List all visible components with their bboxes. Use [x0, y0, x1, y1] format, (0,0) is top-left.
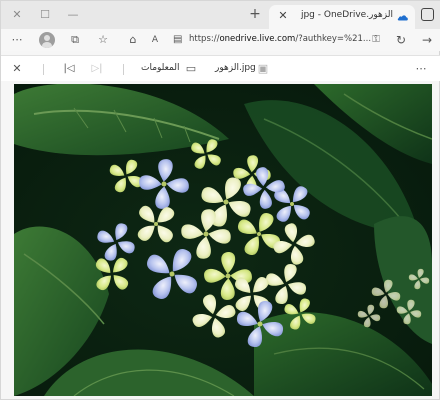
lock-icon[interactable]: ⚿ [369, 32, 383, 48]
immersive-reader-icon[interactable]: ▤ [173, 32, 187, 48]
tab-title: الزهور.jpg - OneDrive [300, 10, 393, 20]
viewer-toolbar: ✕ |◁ ▷| المعلومات ▭ الزهور.jpg ▣ ⋯ [1, 55, 440, 81]
refresh-icon[interactable]: ↻ [393, 32, 409, 48]
more-icon[interactable]: ⋯ [9, 32, 25, 48]
workspaces-icon[interactable]: ⧉ [67, 32, 83, 48]
tab-bar: ✕ ☐ — + ✕ الزهور.jpg - OneDrive [1, 1, 440, 29]
info-icon[interactable]: ▭ [183, 61, 199, 77]
new-tab-icon[interactable]: + [247, 7, 263, 23]
url-domain: onedrive.live.com [219, 34, 296, 44]
tab-close-icon[interactable]: ✕ [275, 8, 291, 24]
navigation-bar: ⋯ ⧉ ☆ ⌂ A ▤ https://onedrive.live.com/?a… [1, 29, 440, 51]
toolbar-divider [123, 64, 124, 75]
browser-window: ✕ ☐ — + ✕ الزهور.jpg - OneDrive ⋯ ⧉ ☆ ⌂ … [0, 0, 440, 400]
info-label[interactable]: المعلومات [141, 63, 179, 73]
file-name-label: الزهور.jpg [215, 63, 256, 73]
toolbar-divider [43, 64, 44, 75]
home-icon[interactable]: ⌂ [125, 32, 141, 48]
read-aloud-icon[interactable]: A [147, 32, 163, 48]
forward-icon[interactable]: → [419, 32, 435, 48]
url-text[interactable]: https://onedrive.live.com/?authkey=%21..… [189, 34, 371, 44]
next-icon[interactable]: ▷| [89, 61, 105, 77]
tab-actions-icon[interactable] [421, 8, 434, 21]
viewer-close-icon[interactable]: ✕ [9, 61, 25, 77]
profile-avatar[interactable] [39, 32, 55, 48]
onedrive-cloud-icon [397, 15, 408, 21]
close-window-icon[interactable]: ✕ [9, 7, 25, 23]
favorites-star-icon[interactable]: ☆ [95, 32, 111, 48]
photo-viewer[interactable] [14, 84, 432, 396]
url-path: /?authkey=%21... [295, 34, 372, 44]
hydrangea-photo [14, 84, 432, 396]
previous-icon[interactable]: |◁ [61, 61, 77, 77]
viewer-more-icon[interactable]: ⋯ [413, 61, 429, 77]
url-scheme: https:// [189, 34, 220, 44]
address-bar[interactable]: ▤ https://onedrive.live.com/?authkey=%21… [167, 32, 383, 48]
image-file-icon: ▣ [257, 62, 269, 75]
tab-active[interactable]: ✕ الزهور.jpg - OneDrive [269, 5, 415, 29]
restore-window-icon[interactable]: ☐ [37, 7, 53, 23]
minimize-window-icon[interactable]: — [65, 7, 81, 23]
